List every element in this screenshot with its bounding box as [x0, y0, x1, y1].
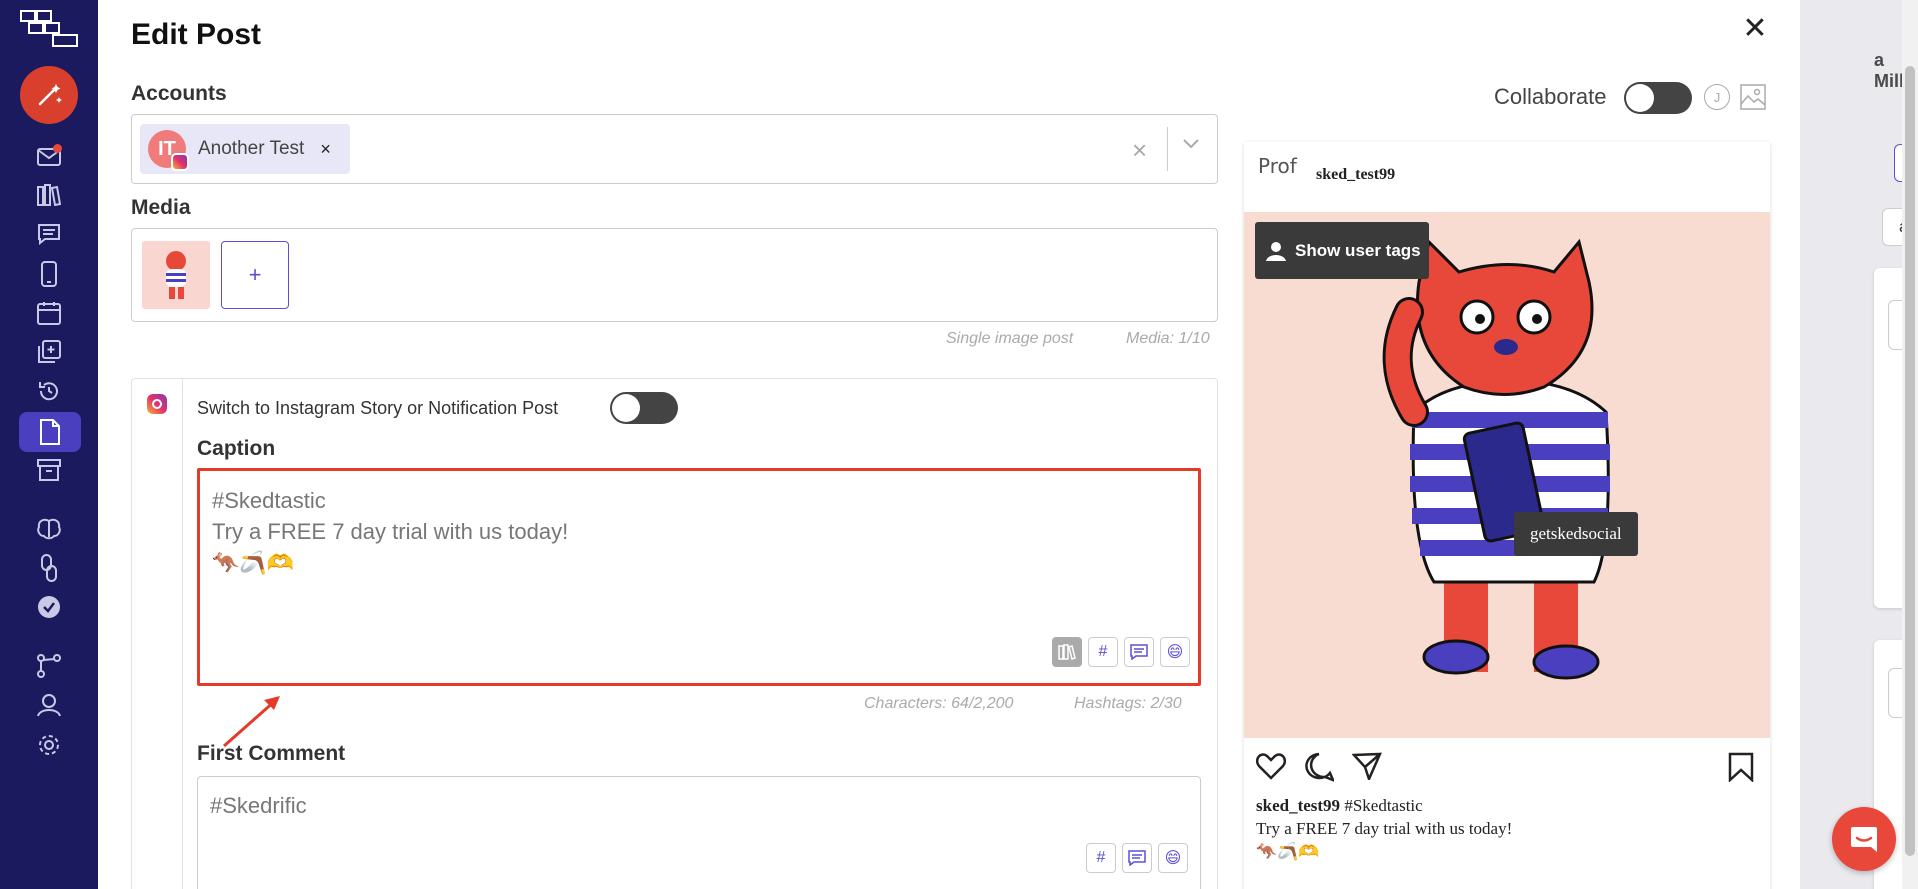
calendar-icon[interactable]: [34, 298, 64, 328]
media-box: +: [131, 228, 1218, 322]
instagram-icon: [146, 394, 167, 414]
caption-input[interactable]: #Skedtastic Try a FREE 7 day trial with …: [197, 468, 1201, 686]
first-comment-input[interactable]: #Skedrific # 😄: [197, 776, 1201, 889]
annotation-arrow-icon: [223, 696, 280, 748]
sked-logo[interactable]: [20, 10, 78, 48]
bookmark-icon: [1728, 752, 1754, 782]
accounts-label: Accounts: [131, 82, 227, 105]
account-chip: IT Another Test ×: [140, 124, 350, 174]
story-toggle[interactable]: [610, 392, 678, 424]
show-user-tags-button[interactable]: Show user tags: [1255, 222, 1429, 279]
scroll-thumb[interactable]: [1905, 66, 1915, 856]
comment-bubble-icon: [1305, 752, 1334, 782]
chat-icon[interactable]: [34, 219, 64, 249]
post-type-label: Single image post: [946, 330, 1074, 347]
emoji-icon[interactable]: 😄: [1158, 843, 1188, 873]
notification-dot: [53, 144, 62, 153]
collaborate-toggle[interactable]: [1624, 82, 1692, 114]
instagram-preview: Prof sked_test99 Show user tags getskeds…: [1244, 142, 1770, 889]
modal-title: Edit Post: [131, 18, 262, 51]
library-icon[interactable]: [1052, 637, 1082, 667]
hashtag-count: Hashtags: 2/30: [1074, 695, 1182, 712]
caption-emoji: 🦘🪃🫶: [1256, 842, 1320, 861]
cat-illustration: [1244, 212, 1770, 738]
comment-icon[interactable]: [1124, 637, 1154, 667]
sidebar: [0, 0, 98, 889]
instagram-tab[interactable]: [131, 378, 183, 430]
heart-icon: [1256, 753, 1286, 780]
user-icon[interactable]: [34, 690, 64, 720]
toggle-knob: [1626, 84, 1654, 112]
history-icon[interactable]: [34, 376, 64, 406]
first-comment-label: First Comment: [197, 742, 346, 765]
caption-hashtag: #Skedtastic: [1344, 796, 1423, 815]
clear-accounts-icon[interactable]: ×: [1132, 135, 1147, 166]
first-comment-text[interactable]: #Skedrific: [210, 793, 307, 819]
emoji-icon[interactable]: 😄: [1160, 637, 1190, 667]
mobile-icon[interactable]: [34, 259, 64, 289]
chevron-down-icon[interactable]: [1182, 137, 1200, 155]
page-scrollbar[interactable]: [1902, 0, 1918, 889]
close-button[interactable]: ✕: [1740, 14, 1770, 44]
divider: [182, 430, 183, 889]
brain-icon[interactable]: [34, 514, 64, 544]
compose-button[interactable]: [20, 66, 78, 124]
caption-username: sked_test99: [1256, 796, 1341, 815]
preview-username: sked_test99: [1316, 166, 1396, 183]
account-name: Another Test: [198, 138, 305, 159]
profile-image: Prof: [1258, 154, 1297, 178]
wand-icon: [38, 84, 62, 106]
preview-actions: [1244, 742, 1770, 792]
edit-post-modal: Edit Post ✕ Accounts IT Another Test × ×…: [98, 0, 1800, 889]
user-icon: [1266, 241, 1286, 261]
toggle-knob: [612, 394, 640, 422]
caption-label: Caption: [197, 437, 276, 460]
caption-line: Try a FREE 7 day trial with us today!: [1256, 819, 1513, 838]
hashtag-icon[interactable]: #: [1088, 637, 1118, 667]
character-count: Characters: 64/2,200: [864, 695, 1014, 712]
avatar: IT: [148, 130, 189, 171]
image-icon[interactable]: [1740, 84, 1766, 110]
media-label: Media: [131, 196, 191, 219]
preview-image: Show user tags getskedsocial: [1244, 212, 1770, 738]
story-switch-label: Switch to Instagram Story or Notificatio…: [197, 398, 559, 418]
caption-text[interactable]: #Skedtastic Try a FREE 7 day trial with …: [212, 485, 568, 578]
divider: [1167, 127, 1168, 171]
posts-icon[interactable]: [19, 412, 81, 452]
remove-account-button[interactable]: ×: [320, 139, 331, 160]
check-icon[interactable]: [34, 592, 64, 622]
workflow-icon[interactable]: [34, 651, 64, 681]
chat-icon: [1851, 827, 1877, 852]
queue-icon[interactable]: [34, 337, 64, 367]
collaborate-label: Collaborate: [1494, 84, 1607, 109]
accounts-select[interactable]: IT Another Test × ×: [131, 114, 1218, 184]
settings-icon[interactable]: [34, 730, 64, 760]
hashtag-icon[interactable]: #: [1086, 843, 1116, 873]
media-count: Media: 1/10: [1126, 330, 1210, 347]
preview-caption: sked_test99 #Skedtastic Try a FREE 7 day…: [1256, 794, 1512, 863]
add-media-button[interactable]: +: [221, 241, 289, 309]
inbox-icon[interactable]: [34, 142, 64, 172]
support-chat-button[interactable]: [1832, 807, 1896, 871]
share-icon: [1352, 752, 1382, 780]
link-icon[interactable]: [34, 553, 64, 583]
user-tag-label[interactable]: getskedsocial: [1514, 512, 1638, 556]
user-avatar-j[interactable]: J: [1704, 84, 1730, 110]
instagram-badge-icon: [171, 153, 189, 171]
show-user-tags-label: Show user tags: [1295, 240, 1421, 260]
library-icon[interactable]: [34, 180, 64, 210]
comment-icon[interactable]: [1122, 843, 1152, 873]
media-thumbnail[interactable]: [142, 241, 210, 309]
archive-icon[interactable]: [34, 455, 64, 485]
